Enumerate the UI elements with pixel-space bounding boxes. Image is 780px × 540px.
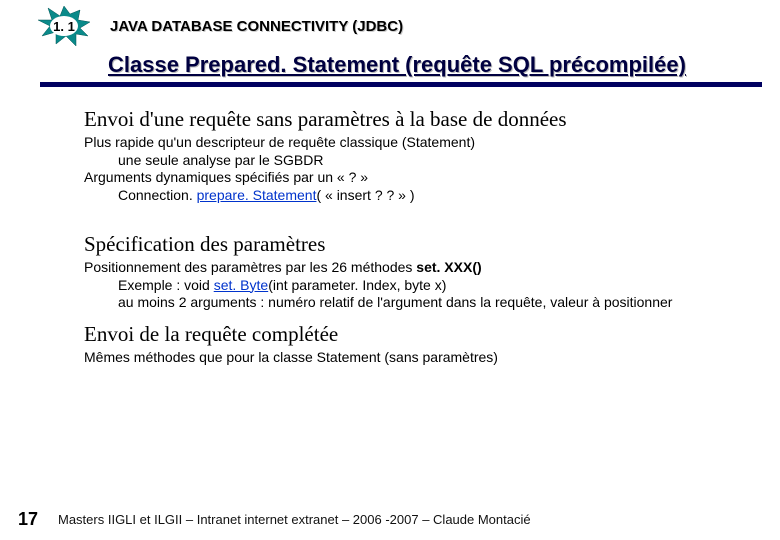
body-text: (int parameter. Index, <box>268 277 404 293</box>
body-text: Connection. <box>118 187 197 203</box>
body-text: Connection. prepare. Statement( « insert… <box>84 187 762 205</box>
body-text: au moins 2 arguments : numéro relatif de… <box>84 294 762 312</box>
method-name: set. XXX() <box>416 259 481 275</box>
page-number: 17 <box>18 509 52 530</box>
body-text: x) <box>431 277 447 293</box>
section-heading-2: Spécification des paramètres <box>84 232 762 257</box>
slide-footer: 17 Masters IIGLI et ILGII – Intranet int… <box>0 509 780 530</box>
section-heading-1: Envoi d'une requête sans paramètres à la… <box>84 107 762 132</box>
body-text: Exemple : void <box>118 277 214 293</box>
section-heading-3: Envoi de la requête complétée <box>84 322 762 347</box>
slide-header: 1. 1 JAVA DATABASE CONNECTIVITY (JDBC) <box>0 0 780 46</box>
slide-title: Classe Prepared. Statement (requête SQL … <box>108 52 780 78</box>
body-text: Exemple : void set. Byte(int parameter. … <box>84 277 762 295</box>
slide-body: Envoi d'une requête sans paramètres à la… <box>0 87 780 366</box>
keyword: byte <box>404 277 430 293</box>
section-number: 1. 1 <box>53 19 75 34</box>
body-text: Mêmes méthodes que pour la classe Statem… <box>84 349 762 367</box>
body-text: une seule analyse par le SGBDR <box>84 152 762 170</box>
body-text: Plus rapide qu'un descripteur de requête… <box>84 134 762 152</box>
body-text: Positionnement des paramètres par les 26… <box>84 259 762 277</box>
section-badge: 1. 1 <box>36 6 92 46</box>
method-link: prepare. Statement <box>197 187 317 203</box>
body-text: Positionnement des paramètres par les 26… <box>84 259 416 275</box>
method-link: set. Byte <box>214 277 268 293</box>
chapter-label: JAVA DATABASE CONNECTIVITY (JDBC) <box>110 18 403 35</box>
body-text: ( « insert ? ? » ) <box>316 187 414 203</box>
body-text: Arguments dynamiques spécifiés par un « … <box>84 169 762 187</box>
footer-text: Masters IIGLI et ILGII – Intranet intern… <box>58 512 531 527</box>
